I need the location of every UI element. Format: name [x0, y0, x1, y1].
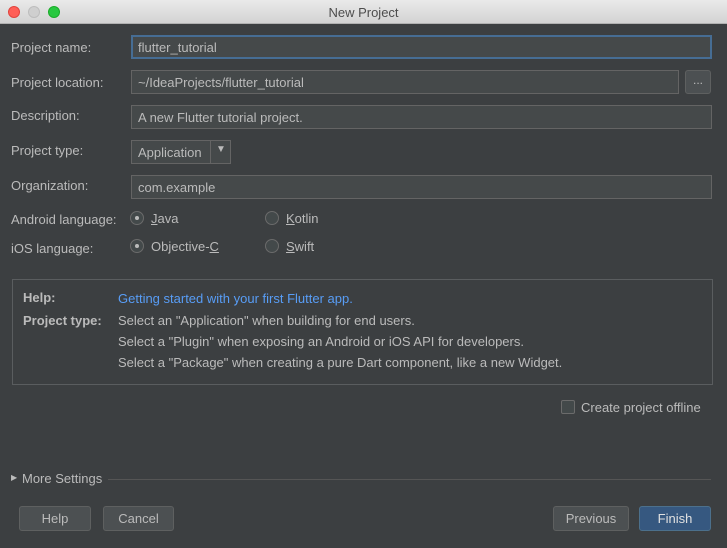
more-settings-toggle[interactable]: More Settings — [22, 471, 102, 486]
help-line-application: Select an "Application" when building fo… — [118, 313, 415, 328]
create-offline-label[interactable]: Create project offline — [581, 400, 701, 415]
description-input[interactable]: A new Flutter tutorial project. — [131, 105, 712, 129]
browse-location-button[interactable]: ... — [685, 70, 711, 94]
combo-divider — [210, 141, 211, 163]
finish-button[interactable]: Finish — [639, 506, 711, 531]
organization-input[interactable]: com.example — [131, 175, 712, 199]
new-project-dialog: New Project Project name: flutter_tutori… — [0, 0, 727, 548]
project-location-input[interactable]: ~/IdeaProjects/flutter_tutorial — [131, 70, 679, 94]
project-type-select[interactable]: Application ▼ — [131, 140, 231, 164]
title-bar: New Project — [0, 0, 727, 24]
description-label: Description: — [11, 108, 80, 123]
chevron-right-icon[interactable]: ▶ — [11, 473, 17, 482]
swift-radio-label[interactable]: Swift — [286, 239, 314, 254]
chevron-down-icon: ▼ — [216, 144, 226, 155]
objective-c-radio[interactable] — [130, 239, 144, 253]
getting-started-link[interactable]: Getting started with your first Flutter … — [118, 291, 353, 306]
cancel-button[interactable]: Cancel — [103, 506, 174, 531]
help-button[interactable]: Help — [19, 506, 91, 531]
radio-selected-dot — [135, 216, 139, 220]
window-title: New Project — [328, 5, 399, 20]
project-location-label: Project location: — [11, 75, 104, 90]
project-type-value: Application — [138, 145, 202, 160]
kotlin-radio-label[interactable]: Kotlin — [286, 211, 319, 226]
help-label: Help: — [23, 290, 56, 305]
project-name-input[interactable]: flutter_tutorial — [131, 35, 712, 59]
help-line-plugin: Select a "Plugin" when exposing an Andro… — [118, 334, 524, 349]
java-radio[interactable] — [130, 211, 144, 225]
help-panel: Help: Getting started with your first Fl… — [12, 279, 713, 385]
java-radio-label[interactable]: Java — [151, 211, 178, 226]
create-offline-checkbox[interactable] — [561, 400, 575, 414]
android-language-label: Android language: — [11, 212, 117, 227]
help-project-type-label: Project type: — [23, 313, 102, 328]
ios-language-label: iOS language: — [11, 241, 94, 256]
help-line-package: Select a "Package" when creating a pure … — [118, 355, 563, 370]
project-name-label: Project name: — [11, 40, 92, 55]
kotlin-radio[interactable] — [265, 211, 279, 225]
project-type-label: Project type: — [11, 143, 84, 158]
radio-selected-dot — [135, 244, 139, 248]
objective-c-radio-label[interactable]: Objective-C — [151, 239, 219, 254]
swift-radio[interactable] — [265, 239, 279, 253]
more-settings-divider — [108, 479, 711, 480]
previous-button[interactable]: Previous — [553, 506, 629, 531]
organization-label: Organization: — [11, 178, 89, 193]
